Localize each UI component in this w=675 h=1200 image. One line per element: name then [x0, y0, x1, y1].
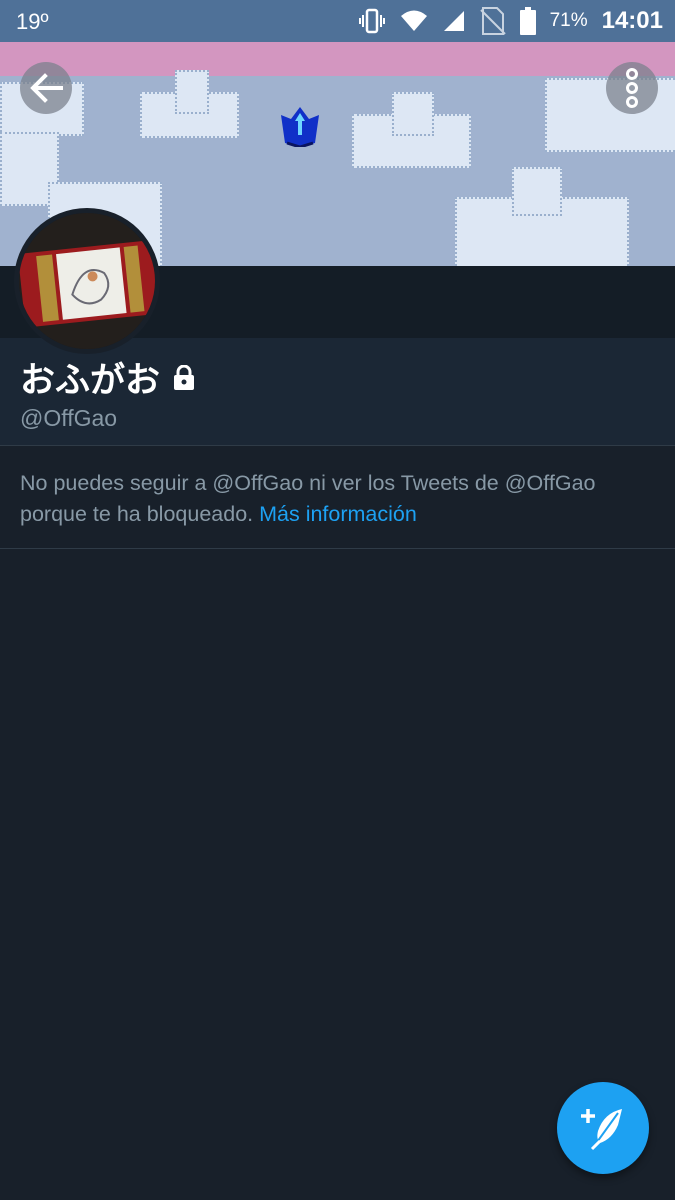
temperature-text: 19º — [16, 9, 49, 34]
more-options-button[interactable] — [606, 62, 658, 114]
banner-cloud — [392, 92, 434, 136]
battery-icon — [519, 7, 536, 35]
vibrate-icon — [358, 8, 385, 34]
status-bar: 19º 71% 14:01 — [0, 0, 675, 42]
status-icons: 71% 14:01 — [358, 0, 663, 42]
signal-icon — [443, 11, 464, 31]
banner-cloud — [512, 167, 562, 216]
no-sim-icon — [479, 7, 506, 35]
wifi-icon — [400, 10, 427, 31]
avatar-photo — [19, 213, 155, 349]
compose-tweet-icon — [581, 1109, 622, 1151]
avatar-image — [19, 213, 155, 349]
back-button[interactable] — [20, 62, 72, 114]
arrow-left-icon — [30, 73, 63, 103]
lock-icon — [174, 364, 195, 390]
banner-cloud — [175, 70, 209, 114]
blocked-notice-line1: No puedes seguir a @OffGao ni ver los Tw… — [20, 471, 596, 495]
blocked-notice: No puedes seguir a @OffGao ni ver los Tw… — [20, 468, 650, 530]
compose-tweet-button[interactable] — [557, 1082, 649, 1174]
divider — [0, 445, 675, 446]
more-vertical-icon — [626, 68, 638, 108]
blocked-notice-line2: porque te ha bloqueado. — [20, 502, 254, 526]
display-name-row: おふがお — [20, 352, 196, 403]
spaceship-sprite — [281, 107, 319, 147]
display-name: おふがお — [20, 361, 161, 400]
blocked-notice-line2-row: porque te ha bloqueado. Más información — [20, 499, 650, 530]
divider — [0, 548, 675, 549]
learn-more-link[interactable]: Más información — [259, 502, 417, 526]
clock: 14:01 — [601, 7, 663, 34]
banner-sky-band — [0, 42, 675, 76]
user-handle: @OffGao — [20, 405, 118, 431]
battery-percent: 71% — [549, 10, 588, 31]
avatar[interactable] — [14, 208, 160, 354]
